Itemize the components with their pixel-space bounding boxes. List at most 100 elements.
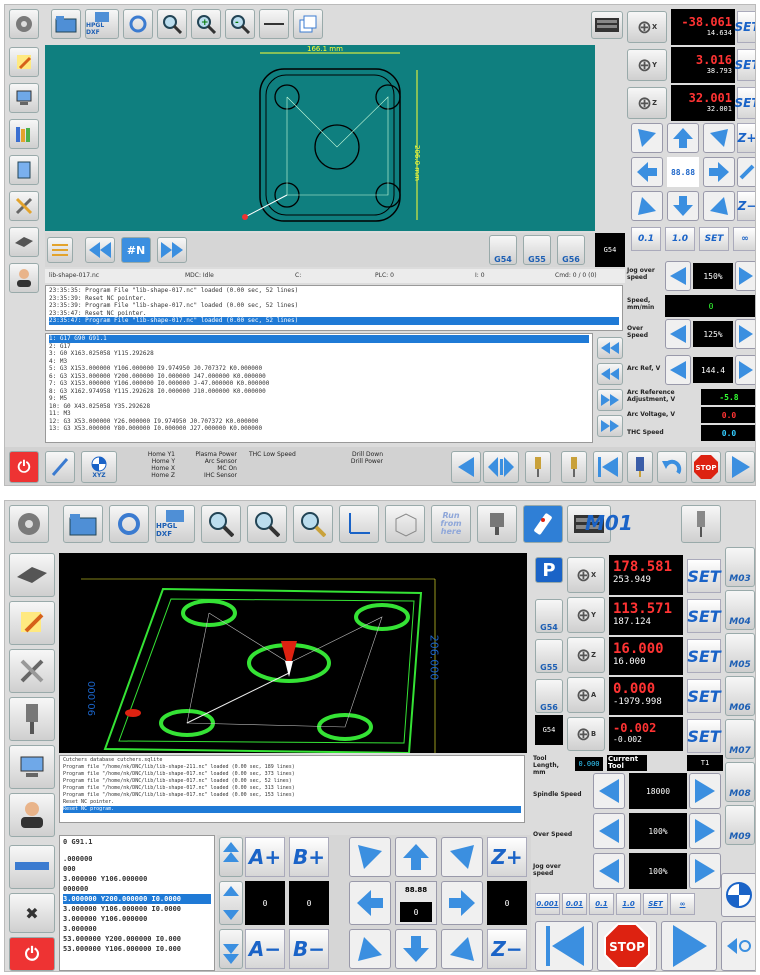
zoom-out-icon[interactable]: - [225, 9, 255, 39]
message-log[interactable]: Cutchers database cutchers.sqlite Program… [59, 755, 525, 823]
gcode-line[interactable]: 000000 [63, 884, 211, 894]
step-1-0-button[interactable]: 1.0 [665, 227, 695, 251]
settings-gear-icon[interactable] [9, 9, 39, 39]
jog-down-left-button[interactable] [349, 929, 391, 969]
gcode-line[interactable]: 3: G0 X163.025058 Y115.292628 [49, 350, 589, 358]
arc-ref-inc-button[interactable] [735, 355, 755, 385]
gcode-line[interactable]: 9: M5 [49, 395, 589, 403]
fast-forward-icon[interactable] [157, 237, 187, 263]
gcode-line[interactable]: 1: G17 G90 G91.1 [49, 335, 589, 343]
zero-x-button[interactable]: ⊕ X [567, 557, 605, 593]
set-y-button[interactable]: SET [687, 599, 721, 633]
gcode-line[interactable]: 53.000000 Y200.000000 I0.000 [63, 934, 211, 944]
pause-resume-icon[interactable] [483, 451, 519, 483]
open-folder-icon[interactable] [51, 9, 81, 39]
zoom-select-icon[interactable] [293, 505, 333, 543]
jog-mode-icon[interactable] [737, 157, 755, 187]
measure-icon[interactable] [259, 9, 289, 39]
jog-up-button[interactable] [667, 123, 699, 153]
rewind-icon[interactable] [85, 237, 115, 263]
drill-icon[interactable] [525, 451, 551, 483]
log-line[interactable]: Reset NC pointer. [63, 799, 521, 806]
log-line[interactable]: 23:35:39: Program File "lib-shape-017.nc… [49, 302, 619, 310]
step-forward-2-icon[interactable] [597, 415, 623, 437]
hpgl-dxf-button[interactable]: HPGL DXF [85, 9, 119, 39]
gcode-line[interactable]: 000 [63, 864, 211, 874]
step-set-button[interactable]: SET [699, 227, 729, 251]
jog-zplus-button[interactable]: Z+ [487, 837, 527, 877]
edit-pencil-icon[interactable] [9, 601, 55, 645]
set-x-button[interactable]: SET [734, 11, 755, 43]
jog-down-button[interactable] [395, 929, 437, 969]
log-line[interactable]: 23:35:47: Program File "lib-shape-017.nc… [49, 317, 619, 325]
log-line[interactable]: Program file "/home/nk/DNC/lib/lib-shape… [63, 778, 521, 785]
material-sheet-icon[interactable] [9, 227, 39, 257]
jog-up-button[interactable] [395, 837, 437, 877]
prev-segment-icon[interactable] [451, 451, 481, 483]
over-speed-dec-button[interactable] [593, 813, 625, 849]
set-z-button[interactable]: SET [687, 639, 721, 673]
jog-down-right-button[interactable] [703, 191, 735, 221]
mcode-m08-button[interactable]: M08 [725, 762, 755, 802]
zero-z-button[interactable]: ⊕ Z [567, 637, 605, 673]
over-speed-dec-button[interactable] [665, 319, 691, 349]
log-line[interactable]: Cutchers database cutchers.sqlite [63, 757, 521, 764]
step-infinite-button[interactable]: ∞ [733, 227, 755, 251]
set-y-button[interactable]: SET [734, 49, 755, 81]
reload-icon[interactable] [109, 505, 149, 543]
gcode-line[interactable]: 2: G17 [49, 343, 589, 351]
zero-a-button[interactable]: ⊕ A [567, 677, 605, 713]
jog-speed-dec-button[interactable] [593, 853, 625, 889]
jog-bminus-button[interactable]: B− [289, 929, 329, 969]
axis-down-small-icon[interactable] [219, 929, 243, 969]
gcode-line[interactable]: 0 G91.1 [63, 837, 211, 847]
settings-gear-icon[interactable] [9, 505, 49, 543]
jog-up-left-button[interactable] [631, 123, 663, 153]
arc-ref-dec-button[interactable] [665, 355, 691, 385]
gcode-line[interactable]: 7: G3 X153.000000 Y106.000000 I0.000000 … [49, 380, 589, 388]
zero-y-button[interactable]: ⊕ Y [627, 49, 667, 81]
gcode-line[interactable]: 4: M3 [49, 358, 589, 366]
zoom-in-icon[interactable]: + [191, 9, 221, 39]
material-sheet-icon[interactable] [9, 553, 55, 597]
jog-right-button[interactable] [441, 881, 483, 925]
log-line[interactable]: Program file "/home/nk/DNC/lib/lib-shape… [63, 785, 521, 792]
mcode-m07-button[interactable]: M07 [725, 719, 755, 759]
zero-x-button[interactable]: ⊕ X [627, 11, 667, 43]
gcode-line[interactable]: 3.000000 Y106.000000 I0.0000 [63, 904, 211, 914]
jog-down-left-button[interactable] [631, 191, 663, 221]
log-line[interactable]: Reset NC program. [63, 806, 521, 813]
open-folder-icon[interactable] [63, 505, 103, 543]
step-button[interactable]: ∞ [670, 893, 695, 915]
step-back-icon[interactable] [597, 337, 623, 359]
message-log[interactable]: 23:35:35: Program File "lib-shape-017.nc… [45, 285, 623, 331]
gcode-line[interactable]: 13: G3 X53.000000 Y80.000000 I0.000000 J… [49, 425, 589, 433]
jog-zminus-button[interactable]: Z− [737, 191, 755, 221]
gcode-document-icon[interactable] [9, 155, 39, 185]
keyboard-icon[interactable] [591, 11, 623, 39]
3d-viewport[interactable]: 206.000 90.000 [59, 553, 527, 755]
mcode-m04-button[interactable]: M04 [725, 590, 755, 630]
jog-aplus-button[interactable]: A+ [245, 837, 285, 877]
computer-icon[interactable] [9, 83, 39, 113]
gcode-listing[interactable]: 1: G17 G90 G91.1 2: G17 3: G0 X163.025058 … [45, 333, 593, 443]
close-icon[interactable]: ✖ [9, 893, 55, 933]
wcs-g56-button[interactable]: G56 [535, 679, 563, 713]
gcode-line[interactable]: 8: G3 X162.974958 Y115.292628 I0.000000 … [49, 388, 589, 396]
jog-zplus-button[interactable]: Z+ [737, 123, 755, 153]
set-x-button[interactable]: SET [687, 559, 721, 593]
reload-icon[interactable] [123, 9, 153, 39]
log-line[interactable]: 23:35:47: Reset NC pointer. [49, 310, 619, 318]
step-button[interactable]: 0.1 [589, 893, 614, 915]
over-speed-inc-button[interactable] [689, 813, 721, 849]
axis-mid-small-icon[interactable] [219, 881, 243, 925]
run-from-here-button[interactable]: Run from here [431, 505, 471, 543]
gcode-line[interactable]: .000000 [63, 854, 211, 864]
log-line[interactable]: Program file "/home/nk/DNC/lib/lib-shape… [63, 771, 521, 778]
tools-books-icon[interactable] [9, 119, 39, 149]
over-speed-inc-button[interactable] [735, 319, 755, 349]
gcode-line[interactable]: 3.000000 Y106.000000 [63, 914, 211, 924]
goto-line-button[interactable]: #N [121, 237, 151, 263]
jog-left-button[interactable] [349, 881, 391, 925]
zoom-fit-icon[interactable] [157, 9, 187, 39]
